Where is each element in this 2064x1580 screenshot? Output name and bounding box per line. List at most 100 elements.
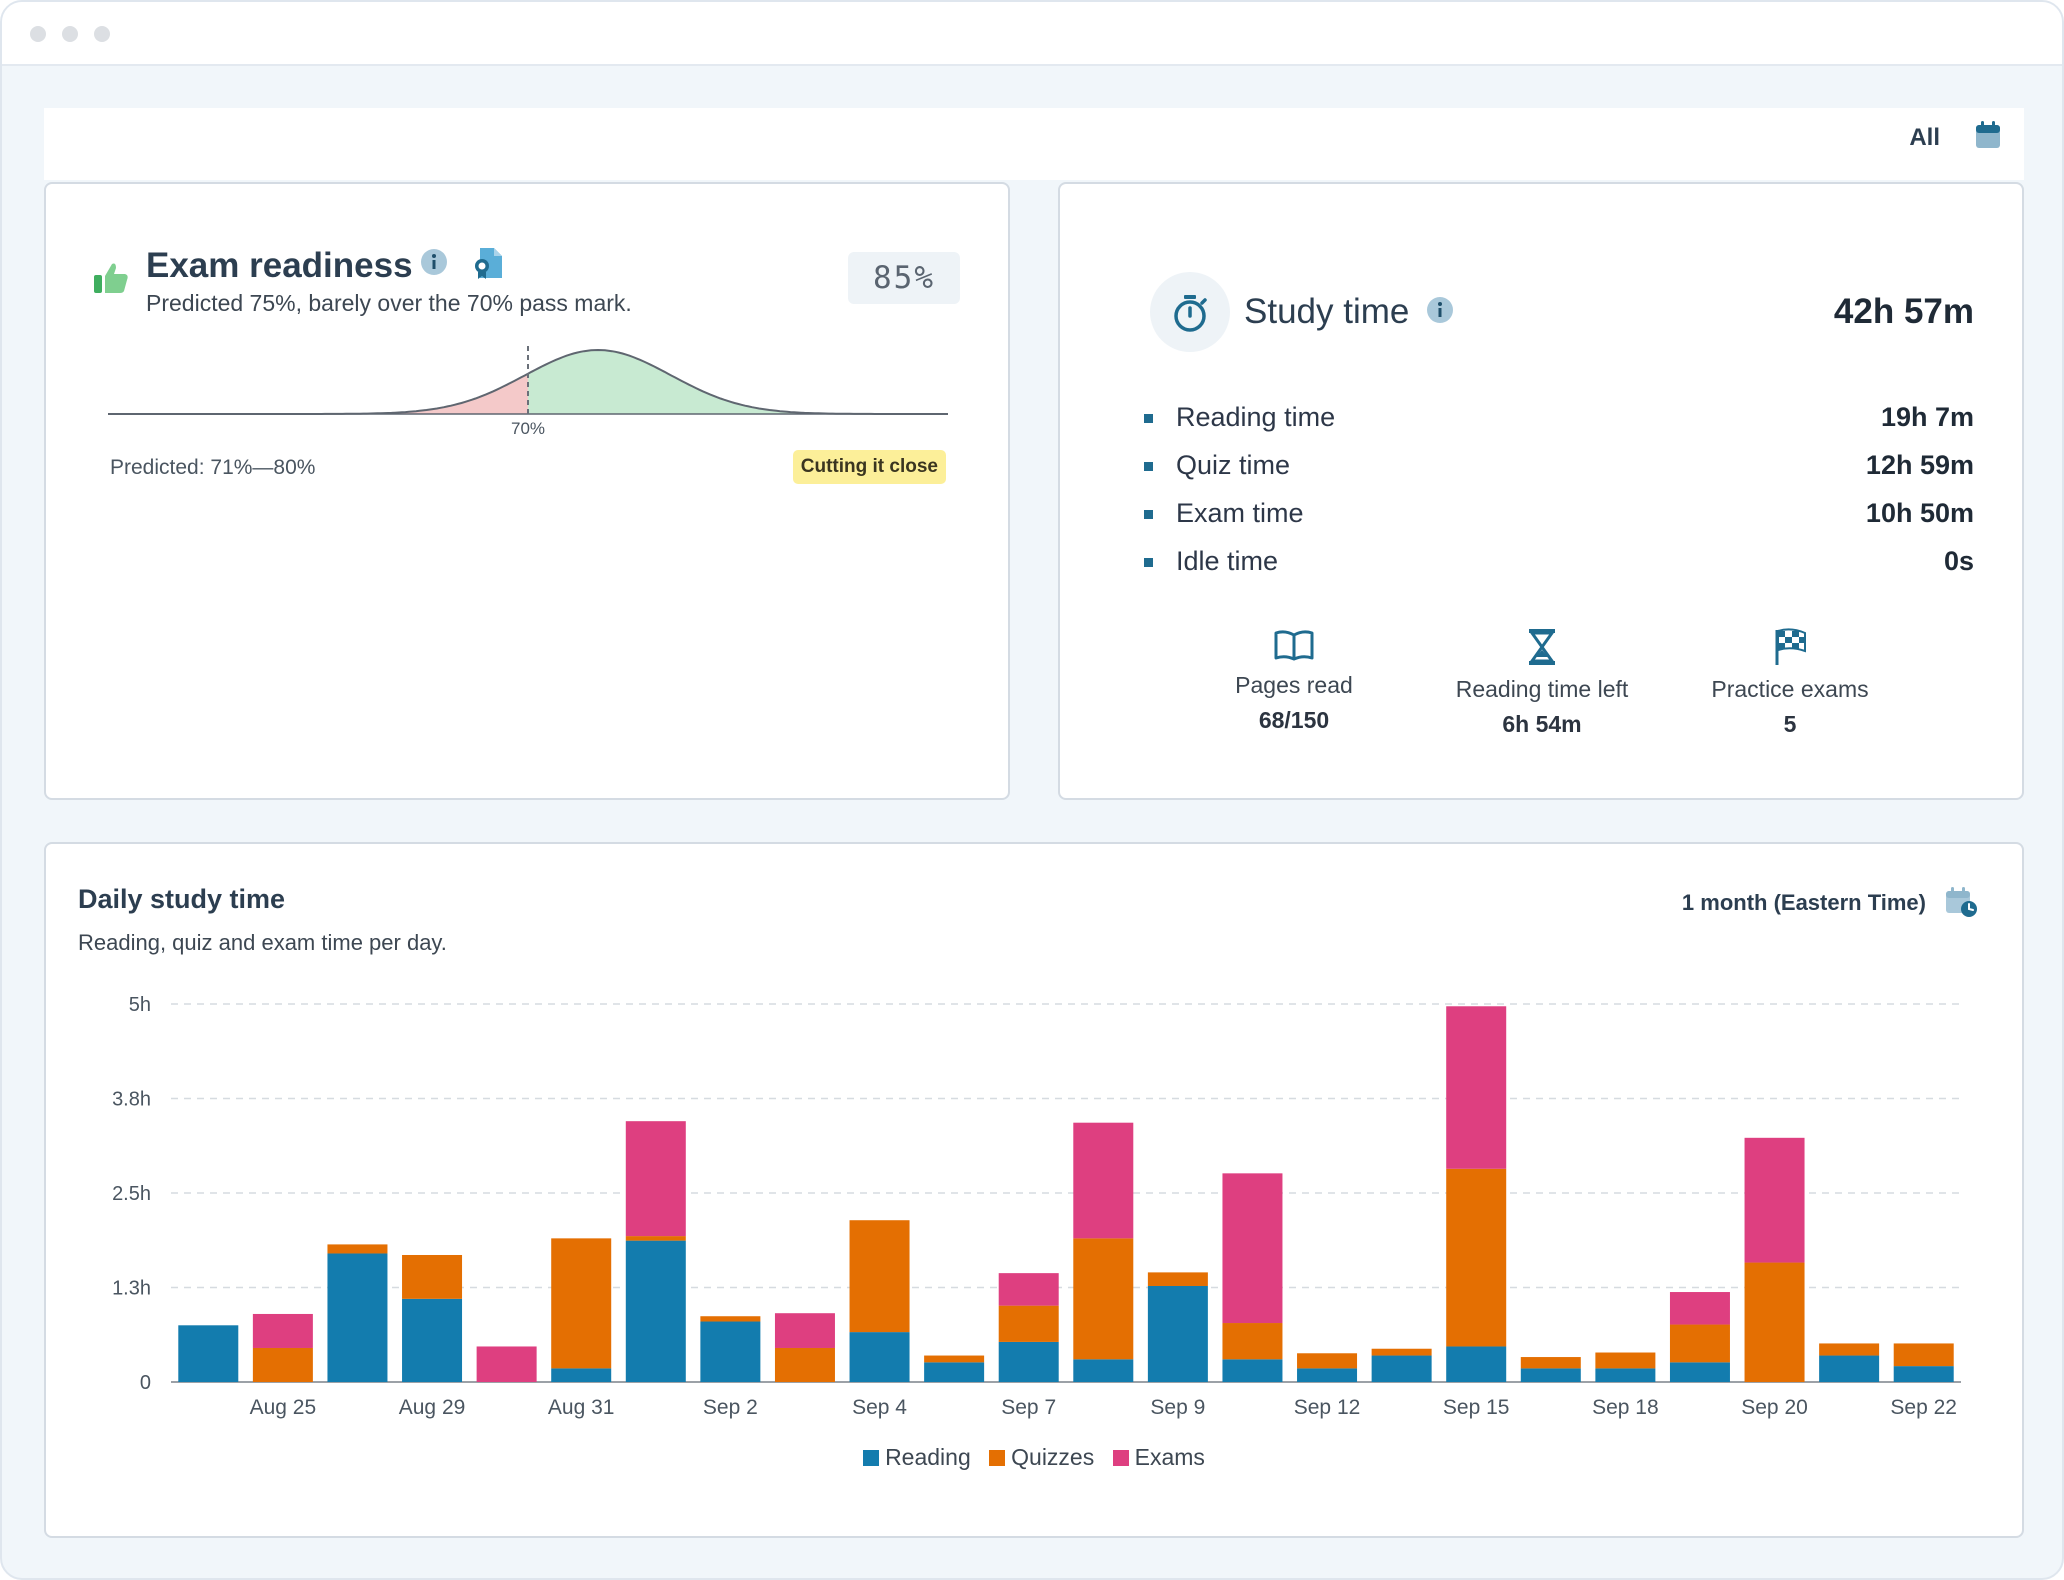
window-control-close[interactable] xyxy=(30,26,46,42)
bar-quizzes[interactable] xyxy=(1371,1348,1432,1356)
info-icon[interactable] xyxy=(420,248,448,276)
book-icon xyxy=(1274,630,1314,661)
bar-reading[interactable] xyxy=(849,1332,910,1382)
score-distribution-curve: 70% xyxy=(108,346,948,438)
bar-reading[interactable] xyxy=(551,1368,612,1382)
bar-exams[interactable] xyxy=(625,1121,686,1237)
bar-quizzes[interactable] xyxy=(1744,1262,1805,1382)
window-control-minimize[interactable] xyxy=(62,26,78,42)
bar-quizzes[interactable] xyxy=(1520,1357,1581,1369)
bar-reading[interactable] xyxy=(1371,1355,1432,1382)
bar-reading[interactable] xyxy=(1669,1362,1730,1382)
browser-window: All Exam readiness Predicted 75%, barely… xyxy=(0,0,2064,1580)
bar-reading[interactable] xyxy=(1147,1285,1208,1382)
date-range-label[interactable]: All xyxy=(1909,124,1940,152)
bar-quizzes[interactable] xyxy=(1222,1323,1283,1360)
window-titlebar xyxy=(2,2,2062,66)
bar-reading[interactable] xyxy=(1893,1366,1954,1382)
predicted-range: Predicted: 71%—80% xyxy=(110,456,316,479)
exam-readiness-card: Exam readiness Predicted 75%, barely ove… xyxy=(44,182,1010,800)
chart-legend: Reading Quizzes Exams xyxy=(46,1444,2022,1471)
study-time-card: Study time 42h 57m Reading time 19h 7m Q… xyxy=(1058,182,2024,800)
study-time-total: 42h 57m xyxy=(1833,292,1974,331)
bar-reading[interactable] xyxy=(402,1298,463,1382)
bar-reading[interactable] xyxy=(1073,1359,1134,1382)
calendar-icon[interactable] xyxy=(1974,120,2002,150)
bar-quizzes[interactable] xyxy=(924,1355,985,1363)
bar-reading[interactable] xyxy=(700,1321,761,1382)
bar-quizzes[interactable] xyxy=(1595,1352,1656,1369)
bar-quizzes[interactable] xyxy=(998,1305,1059,1342)
thumbs-up-icon xyxy=(94,263,128,293)
bar-reading[interactable] xyxy=(998,1341,1059,1382)
bar-quizzes[interactable] xyxy=(700,1316,761,1322)
bar-exams[interactable] xyxy=(998,1273,1059,1306)
bar-quizzes[interactable] xyxy=(327,1244,388,1254)
bar-quizzes[interactable] xyxy=(849,1220,910,1333)
info-icon[interactable] xyxy=(1426,296,1454,324)
y-tick-label: 5h xyxy=(129,994,151,1016)
quiz-time-row: Quiz time 12h 59m xyxy=(1144,448,1974,484)
bar-quizzes[interactable] xyxy=(1147,1272,1208,1286)
bar-quizzes[interactable] xyxy=(774,1347,835,1382)
bar-quizzes[interactable] xyxy=(625,1236,686,1241)
bar-quizzes[interactable] xyxy=(252,1347,313,1382)
bar-exams[interactable] xyxy=(1222,1173,1283,1324)
bar-reading[interactable] xyxy=(924,1362,985,1382)
bullet xyxy=(1144,462,1153,471)
legend-swatch xyxy=(989,1450,1006,1466)
legend-swatch xyxy=(1112,1450,1129,1466)
chart-range-selector[interactable]: 1 month (Eastern Time) xyxy=(1682,890,1926,916)
bar-quizzes[interactable] xyxy=(1893,1343,1954,1367)
bar-reading[interactable] xyxy=(1297,1368,1358,1382)
bar-reading[interactable] xyxy=(178,1325,239,1382)
bar-reading[interactable] xyxy=(1446,1346,1507,1382)
bar-quizzes[interactable] xyxy=(1297,1353,1358,1369)
bar-quizzes[interactable] xyxy=(1819,1343,1880,1356)
bar-quizzes[interactable] xyxy=(1446,1168,1507,1347)
bar-exams[interactable] xyxy=(476,1346,537,1382)
bullet xyxy=(1144,510,1153,519)
bar-reading[interactable] xyxy=(1595,1368,1656,1382)
exam-time-row: Exam time 10h 50m xyxy=(1144,496,1974,532)
study-time-title: Study time xyxy=(1244,292,1410,331)
bar-quizzes[interactable] xyxy=(1073,1238,1134,1360)
bar-exams[interactable] xyxy=(1744,1137,1805,1263)
bar-quizzes[interactable] xyxy=(551,1238,612,1369)
bar-exams[interactable] xyxy=(1669,1292,1730,1325)
calendar-clock-icon[interactable] xyxy=(1944,886,1978,918)
bar-reading[interactable] xyxy=(1520,1368,1581,1382)
legend-item-quizzes[interactable]: Quizzes xyxy=(989,1444,1094,1471)
bar-quizzes[interactable] xyxy=(402,1254,463,1299)
bar-exams[interactable] xyxy=(252,1313,313,1348)
row-value: 0s xyxy=(1943,546,1974,576)
x-tick-label: Sep 12 xyxy=(1294,1396,1361,1419)
bar-reading[interactable] xyxy=(327,1253,388,1382)
x-tick-label: Sep 7 xyxy=(1001,1396,1056,1419)
legend-swatch xyxy=(863,1450,880,1466)
y-tick-label: 3.8h xyxy=(112,1089,151,1111)
stat-label: Pages read xyxy=(1235,672,1353,698)
bar-reading[interactable] xyxy=(1222,1359,1283,1382)
window-control-maximize[interactable] xyxy=(94,26,110,42)
bar-reading[interactable] xyxy=(1819,1355,1880,1382)
x-tick-label: Sep 4 xyxy=(852,1396,907,1419)
idle-time-row: Idle time 0s xyxy=(1144,544,1974,580)
x-tick-label: Sep 15 xyxy=(1443,1396,1510,1419)
x-tick-label: Sep 9 xyxy=(1150,1396,1205,1419)
certificate-icon[interactable] xyxy=(472,246,504,280)
legend-label: Exams xyxy=(1134,1444,1205,1470)
bar-quizzes[interactable] xyxy=(1669,1324,1730,1363)
daily-study-time-card: Daily study time Reading, quiz and exam … xyxy=(44,842,2024,1538)
bar-exams[interactable] xyxy=(774,1313,835,1348)
legend-item-reading[interactable]: Reading xyxy=(863,1444,971,1471)
practice-exams-stat: Practice exams 5 xyxy=(1670,628,1910,738)
legend-label: Reading xyxy=(885,1444,971,1470)
bar-reading[interactable] xyxy=(625,1240,686,1382)
x-tick-label: Aug 31 xyxy=(548,1396,615,1419)
pages-read-stat: Pages read 68/150 xyxy=(1174,628,1414,734)
legend-item-exams[interactable]: Exams xyxy=(1112,1444,1205,1471)
bar-exams[interactable] xyxy=(1073,1122,1134,1239)
x-tick-label: Sep 18 xyxy=(1592,1396,1659,1419)
bar-exams[interactable] xyxy=(1446,1006,1507,1169)
